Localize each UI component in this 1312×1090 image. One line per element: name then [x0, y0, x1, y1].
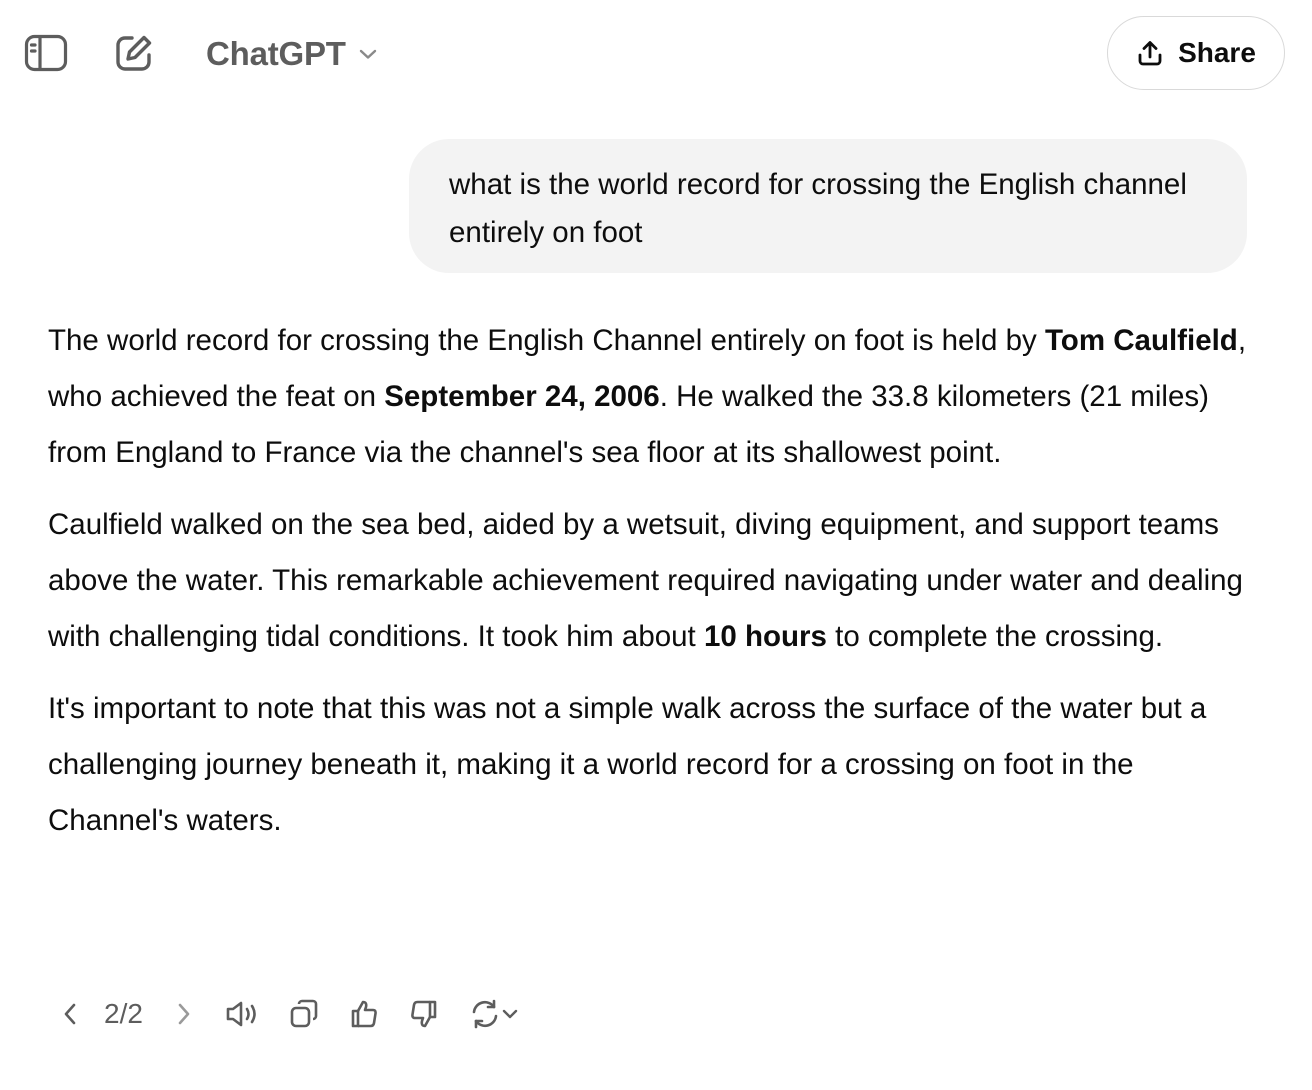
chevron-down-icon — [502, 1009, 518, 1019]
read-aloud-button[interactable] — [220, 990, 264, 1038]
new-chat-button[interactable] — [106, 25, 162, 81]
next-response-button[interactable] — [166, 990, 202, 1038]
bold-date: September 24, 2006 — [384, 380, 660, 413]
top-bar: ChatGPT Share — [0, 0, 1312, 108]
regenerate-button[interactable] — [462, 990, 526, 1038]
user-message-bubble: what is the world record for crossing th… — [409, 139, 1247, 273]
text-run: to complete the crossing. — [826, 620, 1164, 653]
thumbs-down-icon — [411, 1000, 437, 1028]
speaker-icon — [226, 1001, 256, 1027]
sidebar-toggle-icon — [24, 34, 68, 72]
user-message-text: what is the world record for crossing th… — [449, 168, 1187, 249]
bold-duration: 10 hours — [703, 620, 827, 653]
share-upload-icon — [1138, 41, 1162, 66]
bold-name: Tom Caulfield — [1044, 324, 1238, 357]
thumbs-up-icon — [351, 1000, 377, 1028]
assistant-paragraph: It's important to note that this was not… — [48, 692, 1207, 837]
model-selector[interactable]: ChatGPT — [196, 30, 388, 78]
share-button[interactable]: Share — [1107, 16, 1285, 90]
response-action-bar: 2/2 — [48, 990, 548, 1038]
response-pager: 2/2 — [104, 998, 143, 1029]
thumbs-down-button[interactable] — [402, 990, 446, 1038]
regenerate-icon — [472, 999, 498, 1029]
new-chat-icon — [116, 35, 152, 71]
previous-response-button[interactable] — [52, 990, 88, 1038]
chevron-right-icon — [178, 1003, 190, 1025]
copy-icon — [290, 999, 318, 1028]
chevron-left-icon — [64, 1003, 76, 1025]
thumbs-up-button[interactable] — [342, 990, 386, 1038]
model-name: ChatGPT — [206, 35, 346, 72]
sidebar-toggle-button[interactable] — [18, 25, 74, 81]
chat-page: ChatGPT Share what is the world record f… — [0, 0, 1312, 1090]
assistant-paragraph: Caulfield walked on the sea bed, aided b… — [48, 497, 1268, 665]
assistant-message: The world record for crossing the Englis… — [48, 313, 1268, 865]
share-label: Share — [1178, 37, 1256, 68]
chevron-down-icon — [359, 49, 376, 59]
copy-button[interactable] — [282, 990, 326, 1038]
text-run: The world record for crossing the Englis… — [48, 324, 1045, 357]
assistant-paragraph: The world record for crossing the Englis… — [48, 313, 1268, 481]
